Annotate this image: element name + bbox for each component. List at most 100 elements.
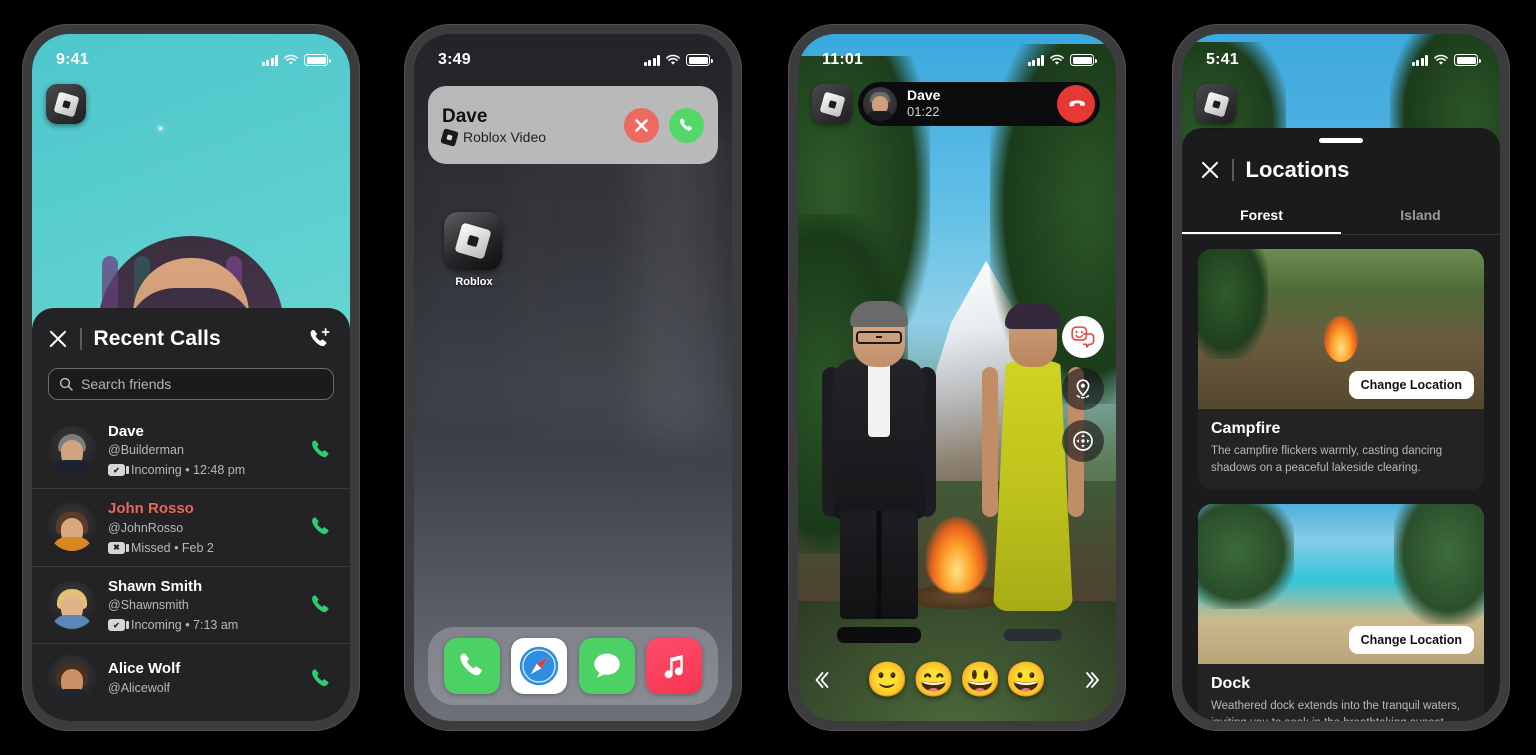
wifi-icon: [1050, 54, 1064, 65]
cellular-signal-icon: [1027, 54, 1044, 66]
app-label: Roblox: [455, 276, 493, 288]
phone-icon: [680, 118, 692, 131]
avatar: [48, 655, 96, 703]
battery-icon: [686, 54, 713, 66]
call-list-item[interactable]: Shawn Smith @Shawnsmith ✔ Incoming • 7:1…: [32, 565, 350, 644]
emoji-list: 🙂 😄 😃 😀: [866, 663, 1047, 697]
decline-call-button[interactable]: [624, 107, 659, 143]
screenshot-stage: 9:41 Recent Calls Search friends Dave @B…: [0, 0, 1536, 755]
roblox-logo-icon[interactable]: [1196, 84, 1236, 124]
home-app-roblox[interactable]: Roblox: [444, 212, 504, 288]
call-button-icon[interactable]: [308, 666, 334, 692]
new-call-button[interactable]: [304, 324, 334, 354]
close-icon[interactable]: [1200, 160, 1220, 180]
status-time: 11:01: [822, 51, 864, 68]
call-list-item[interactable]: Alice Wolf @Alicewolf: [32, 643, 350, 721]
emoji-item[interactable]: 🙂: [866, 663, 908, 697]
sticker-face-icon: [1071, 326, 1095, 348]
contact-handle: @Shawnsmith: [108, 598, 189, 613]
location-tabs: Forest Island: [1182, 197, 1500, 235]
tab-island[interactable]: Island: [1341, 197, 1500, 234]
contact-handle: @Alicewolf: [108, 681, 171, 695]
location-card[interactable]: Change Location Campfire The campfire fl…: [1198, 249, 1484, 491]
locations-sheet: Locations Forest Island Change Location …: [1182, 128, 1500, 721]
stickers-button[interactable]: [1062, 316, 1104, 358]
call-button-icon[interactable]: [308, 592, 334, 618]
missed-video-call-icon: ✖: [108, 541, 129, 554]
change-location-button[interactable]: Change Location: [1348, 626, 1474, 655]
phone-3-active-call: 11:01 Dave 01:22 🙂 😄 😃 😀: [788, 24, 1126, 731]
status-bar: 3:49: [414, 34, 732, 76]
search-input[interactable]: [81, 375, 323, 392]
incoming-call-notification[interactable]: Dave Roblox Video: [428, 86, 718, 164]
emoji-item[interactable]: 😀: [1005, 663, 1047, 697]
location-card[interactable]: Change Location Dock Weathered dock exte…: [1198, 504, 1484, 721]
change-location-button[interactable]: Change Location: [1348, 371, 1474, 399]
next-emoji-button[interactable]: [1080, 668, 1104, 692]
contact-name: Alice Wolf: [108, 660, 181, 678]
close-icon[interactable]: [48, 329, 68, 349]
wifi-icon: [1434, 54, 1448, 65]
prev-emoji-button[interactable]: [810, 668, 834, 692]
phone-1-screen: 9:41 Recent Calls Search friends Dave @B…: [32, 34, 350, 721]
phone-1-recent-calls: 9:41 Recent Calls Search friends Dave @B…: [22, 24, 360, 731]
battery-icon: [304, 54, 331, 66]
status-bar: 5:41: [1182, 34, 1500, 76]
call-status: ✔ Incoming • 12:48 pm: [108, 463, 296, 477]
location-name: Campfire: [1211, 420, 1281, 437]
status-bar: 11:01: [798, 34, 1116, 76]
roblox-logo-icon[interactable]: [812, 84, 852, 124]
emoji-reaction-bar: 🙂 😄 😃 😀: [798, 649, 1116, 711]
status-time: 9:41: [56, 51, 89, 68]
phone-2-incoming-call: 3:49 Dave Roblox Video Roblox: [404, 24, 742, 731]
call-list-item[interactable]: John Rosso @JohnRosso ✖ Missed • Feb 2: [32, 488, 350, 566]
recent-calls-list: Dave @Builderman ✔ Incoming • 12:48 pm J…: [32, 412, 350, 722]
search-bar[interactable]: [48, 367, 334, 400]
battery-icon: [1070, 54, 1097, 66]
cellular-signal-icon: [643, 54, 660, 66]
location-description: The campfire flickers warmly, casting da…: [1211, 445, 1443, 474]
avatar-male: [820, 301, 938, 643]
dock-item-messages[interactable]: [578, 638, 635, 694]
sheet-header: Locations: [1182, 143, 1500, 185]
call-button-icon[interactable]: [308, 514, 334, 540]
active-call-banner[interactable]: Dave 01:22: [858, 82, 1100, 126]
call-button-icon[interactable]: [308, 437, 334, 463]
call-controls: [1062, 316, 1104, 462]
avatar: [48, 580, 96, 629]
status-indicators: [643, 54, 713, 66]
phone-icon: [460, 653, 482, 676]
cellular-signal-icon: [1411, 54, 1428, 66]
location-button[interactable]: [1062, 368, 1104, 410]
dock-item-music[interactable]: [646, 638, 703, 694]
caller-name: Dave: [907, 87, 941, 104]
contact-name: Dave: [108, 422, 144, 440]
notification-app-label: Roblox Video: [463, 129, 547, 146]
avatar: [48, 425, 96, 474]
roblox-logo-icon[interactable]: [46, 84, 86, 124]
video-call-icon: ✔: [108, 464, 129, 476]
contact-name: Shawn Smith: [108, 577, 203, 595]
call-status: ✔ Incoming • 7:13 am: [108, 618, 296, 632]
call-list-item[interactable]: Dave @Builderman ✔ Incoming • 12:48 pm: [32, 412, 350, 489]
emoji-item[interactable]: 😃: [959, 663, 1001, 697]
video-call-icon: ✔: [108, 619, 129, 631]
dock-item-safari[interactable]: [511, 638, 568, 694]
pan-controls-icon: [1073, 431, 1093, 451]
emoji-item[interactable]: 😄: [913, 663, 955, 697]
ios-dock: [428, 627, 718, 705]
page-title: Locations: [1245, 157, 1350, 182]
phone-4-screen: 5:41 Locations Forest Island Change Loca…: [1182, 34, 1500, 721]
dock-item-phone[interactable]: [443, 638, 500, 694]
camera-controls-button[interactable]: [1062, 420, 1104, 462]
status-indicators: [261, 54, 331, 66]
header-divider: [1232, 159, 1234, 181]
roblox-logo-icon: [440, 128, 459, 147]
close-icon: [635, 118, 648, 132]
tab-forest[interactable]: Forest: [1182, 197, 1341, 234]
phone-2-screen: 3:49 Dave Roblox Video Roblox: [414, 34, 732, 721]
call-timer: 01:22: [907, 103, 940, 119]
sparkle-icon: [159, 127, 162, 130]
end-call-button[interactable]: [1057, 85, 1095, 123]
accept-call-button[interactable]: [669, 107, 704, 143]
